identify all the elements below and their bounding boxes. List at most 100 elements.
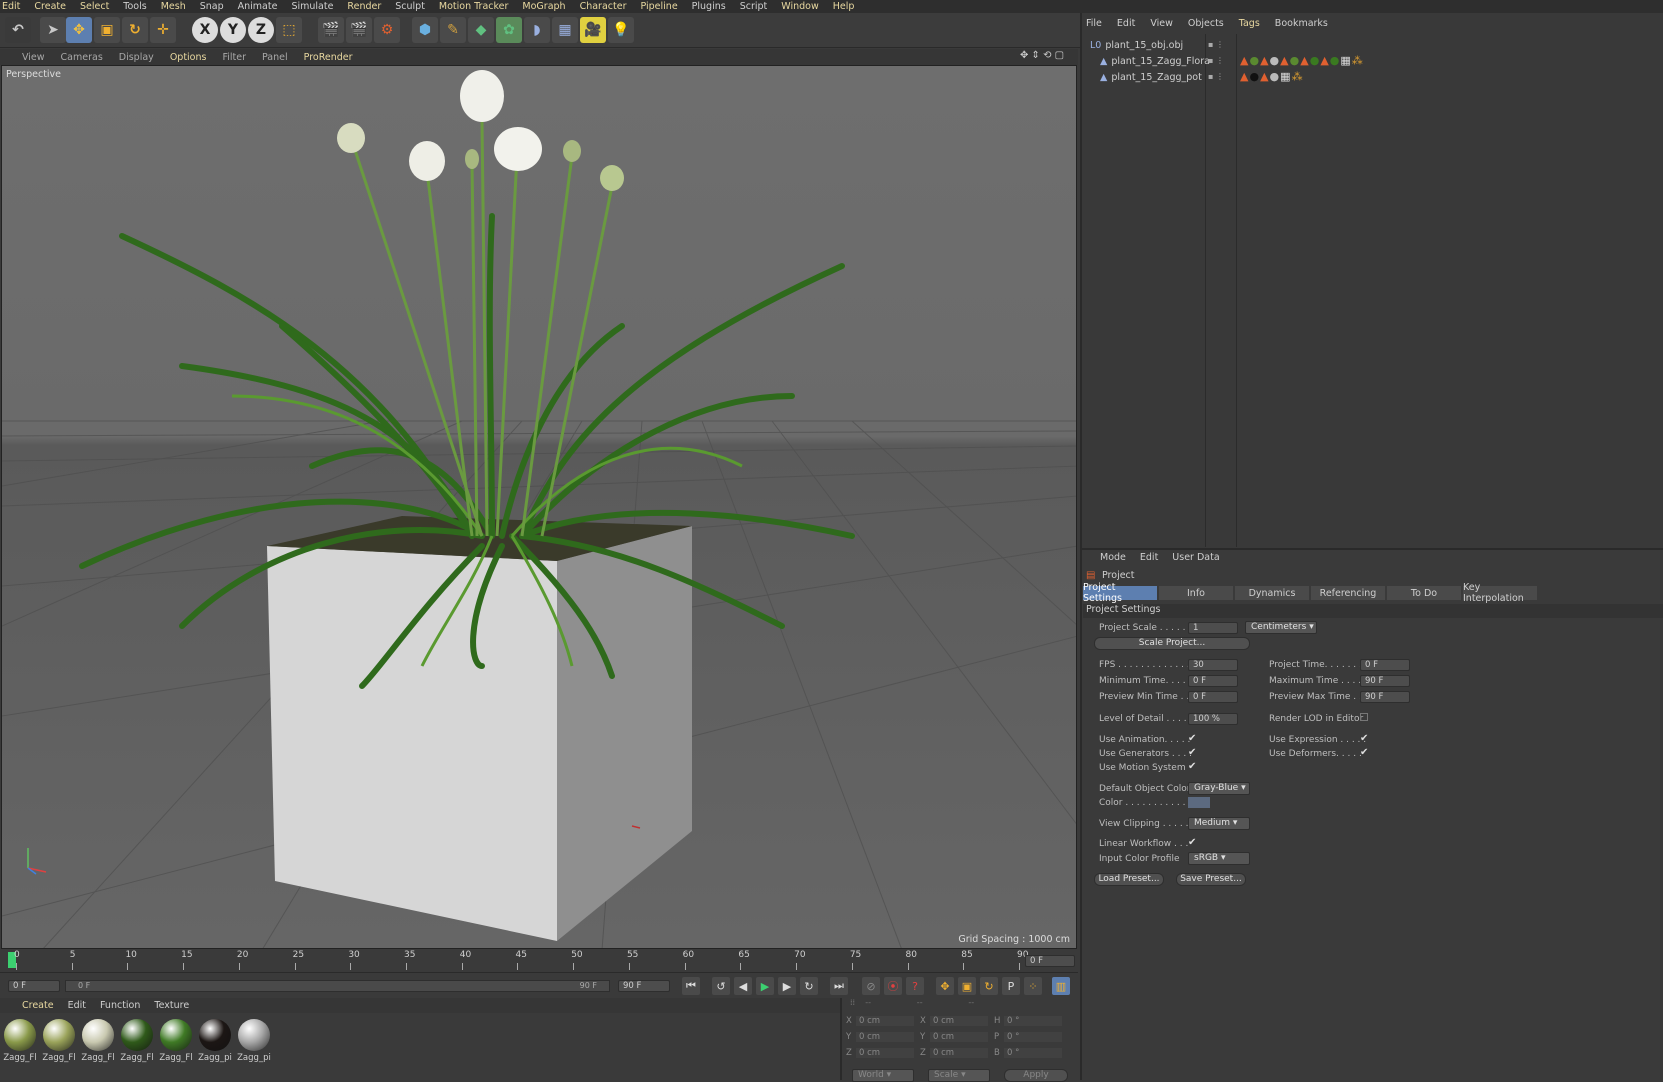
key-position-icon[interactable]: ✥ (936, 977, 954, 995)
viewport-menu-options[interactable]: Options (170, 52, 207, 63)
material-preview-ball[interactable] (199, 1019, 231, 1051)
menu-edit[interactable]: Edit (2, 1, 20, 12)
material-menu-edit[interactable]: Edit (68, 1000, 86, 1011)
color-swatch[interactable] (1188, 797, 1210, 808)
object-menu-objects[interactable]: Objects (1188, 18, 1224, 29)
coordinate-field[interactable]: 0 cm (930, 1032, 988, 1042)
default-color-dropdown[interactable]: Gray-Blue ▾ (1188, 782, 1250, 795)
menu-snap[interactable]: Snap (200, 1, 224, 12)
linear-workflow-checkbox[interactable]: ✔ (1188, 838, 1198, 848)
select-tool-icon[interactable]: ➤ (40, 17, 66, 43)
coordinate-field[interactable]: 0 ° (1004, 1016, 1062, 1026)
save-preset-button[interactable]: Save Preset... (1176, 873, 1246, 886)
coordinate-field[interactable]: 0 ° (1004, 1032, 1062, 1042)
preview-min-field[interactable]: 0 F (1188, 691, 1238, 703)
flora-material-tags[interactable]: ▲●▲●▲●▲●▲●▦⁂ (1240, 54, 1364, 67)
next-frame-icon[interactable]: ▶ (778, 977, 796, 995)
viewport-menu-view[interactable]: View (22, 52, 45, 63)
viewport-menu-prorender[interactable]: ProRender (304, 52, 353, 63)
menu-script[interactable]: Script (740, 1, 768, 12)
z-axis-toggle[interactable]: Z (248, 17, 274, 43)
go-to-end-icon[interactable]: ⏭ (830, 977, 848, 995)
next-key-icon[interactable]: ↻ (800, 977, 818, 995)
viewport-nav-icons[interactable]: ✥ ⇕ ⟲ ▢ (1020, 50, 1064, 61)
tab-dynamics[interactable]: Dynamics (1235, 586, 1309, 600)
key-parameter-icon[interactable]: P (1002, 977, 1020, 995)
menu-plugins[interactable]: Plugins (692, 1, 726, 12)
viewport-perspective[interactable]: Perspective Grid Spacing : 1000 cm (1, 65, 1077, 949)
object-row-pot[interactable]: ▲ plant_15_Zagg_pot (1100, 70, 1202, 85)
menu-character[interactable]: Character (580, 1, 627, 12)
coordinate-field[interactable]: 0 cm (930, 1016, 988, 1026)
floor-icon[interactable]: ▦ (552, 17, 578, 43)
object-menu-bookmarks[interactable]: Bookmarks (1275, 18, 1328, 29)
autokeying-icon[interactable]: ⦿ (884, 977, 902, 995)
menu-pipeline[interactable]: Pipeline (640, 1, 677, 12)
preview-max-field[interactable]: 90 F (1360, 691, 1410, 703)
render-settings-icon[interactable]: ⚙ (374, 17, 400, 43)
material-item[interactable]: Zagg_Fl (81, 1019, 115, 1069)
menu-mesh[interactable]: Mesh (161, 1, 186, 12)
max-time-field[interactable]: 90 F (1360, 675, 1410, 687)
object-menu-tags[interactable]: Tags (1239, 18, 1260, 29)
object-row-flora[interactable]: ▲ plant_15_Zagg_Flora (1100, 54, 1210, 69)
project-time-field[interactable]: 0 F (1360, 659, 1410, 671)
undo-icon[interactable]: ↶ (5, 17, 31, 43)
previous-key-icon[interactable]: ↺ (712, 977, 730, 995)
material-preview-ball[interactable] (82, 1019, 114, 1051)
material-preview-ball[interactable] (160, 1019, 192, 1051)
object-menu-edit[interactable]: Edit (1117, 18, 1135, 29)
key-scale-icon[interactable]: ▣ (958, 977, 976, 995)
use-motion-checkbox[interactable]: ✔ (1188, 762, 1198, 772)
viewport-menu-display[interactable]: Display (119, 52, 154, 63)
use-animation-checkbox[interactable]: ✔ (1188, 734, 1198, 744)
render-view-icon[interactable]: 🎬 (318, 17, 344, 43)
project-scale-field[interactable]: 1 (1188, 622, 1238, 634)
attribute-menu-user-data[interactable]: User Data (1172, 552, 1219, 563)
object-name[interactable]: plant_15_Zagg_Flora (1111, 56, 1210, 67)
render-lod-checkbox[interactable] (1360, 713, 1368, 721)
keyframe-selection-icon[interactable]: ? (906, 977, 924, 995)
tab-key-interpolation[interactable]: Key Interpolation (1463, 582, 1537, 604)
pen-spline-icon[interactable]: ✎ (440, 17, 466, 43)
material-menu-create[interactable]: Create (22, 1000, 54, 1011)
material-item[interactable]: Zagg_Fl (120, 1019, 154, 1069)
render-picture-viewer-icon[interactable]: 🎬 (346, 17, 372, 43)
tab-info[interactable]: Info (1159, 586, 1233, 600)
apply-button[interactable]: Apply (1004, 1069, 1068, 1082)
material-menu-texture[interactable]: Texture (154, 1000, 189, 1011)
coordinate-field[interactable]: 0 cm (856, 1032, 914, 1042)
min-time-field[interactable]: 0 F (1188, 675, 1238, 687)
material-item[interactable]: Zagg_Fl (3, 1019, 37, 1069)
cube-icon[interactable]: ⬢ (412, 17, 438, 43)
use-generators-checkbox[interactable]: ✔ (1188, 748, 1198, 758)
material-item[interactable]: Zagg_Fl (159, 1019, 193, 1069)
live-selection-icon[interactable]: ✛ (150, 17, 176, 43)
material-preview-ball[interactable] (4, 1019, 36, 1051)
key-rotation-icon[interactable]: ↻ (980, 977, 998, 995)
material-item[interactable]: Zagg_Fl (42, 1019, 76, 1069)
material-menu-function[interactable]: Function (100, 1000, 140, 1011)
visibility-dots[interactable]: ▪ ⋮ (1208, 72, 1224, 81)
scale-project-button[interactable]: Scale Project... (1094, 637, 1250, 650)
material-item[interactable]: Zagg_pi (237, 1019, 271, 1069)
coordinate-field[interactable]: 0 cm (856, 1048, 914, 1058)
object-name[interactable]: plant_15_Zagg_pot (1111, 72, 1202, 83)
viewport-menu-filter[interactable]: Filter (222, 52, 246, 63)
camera-icon[interactable]: 🎥 (580, 17, 606, 43)
visibility-dots[interactable]: ▪ ⋮ (1208, 40, 1224, 49)
input-color-profile-dropdown[interactable]: sRGB ▾ (1188, 852, 1250, 865)
deformer-icon[interactable]: ◗ (524, 17, 550, 43)
move-tool-icon[interactable]: ✥ (66, 17, 92, 43)
menu-render[interactable]: Render (347, 1, 381, 12)
light-icon[interactable]: 💡 (608, 17, 634, 43)
timeline-layout-icon[interactable]: ▥ (1052, 977, 1070, 995)
tab-project-settings[interactable]: Project Settings (1083, 582, 1157, 604)
frame-range-slider[interactable]: 0 F 90 F (65, 980, 610, 992)
viewport-menu-panel[interactable]: Panel (262, 52, 288, 63)
menu-sculpt[interactable]: Sculpt (395, 1, 425, 12)
timeline-ruler[interactable]: 0 5 10 15 20 25 30 35 40 45 50 55 60 65 70 75 80 85 90 0 F (0, 950, 1078, 972)
menu-simulate[interactable]: Simulate (291, 1, 333, 12)
menu-window[interactable]: Window (781, 1, 818, 12)
material-preview-ball[interactable] (238, 1019, 270, 1051)
